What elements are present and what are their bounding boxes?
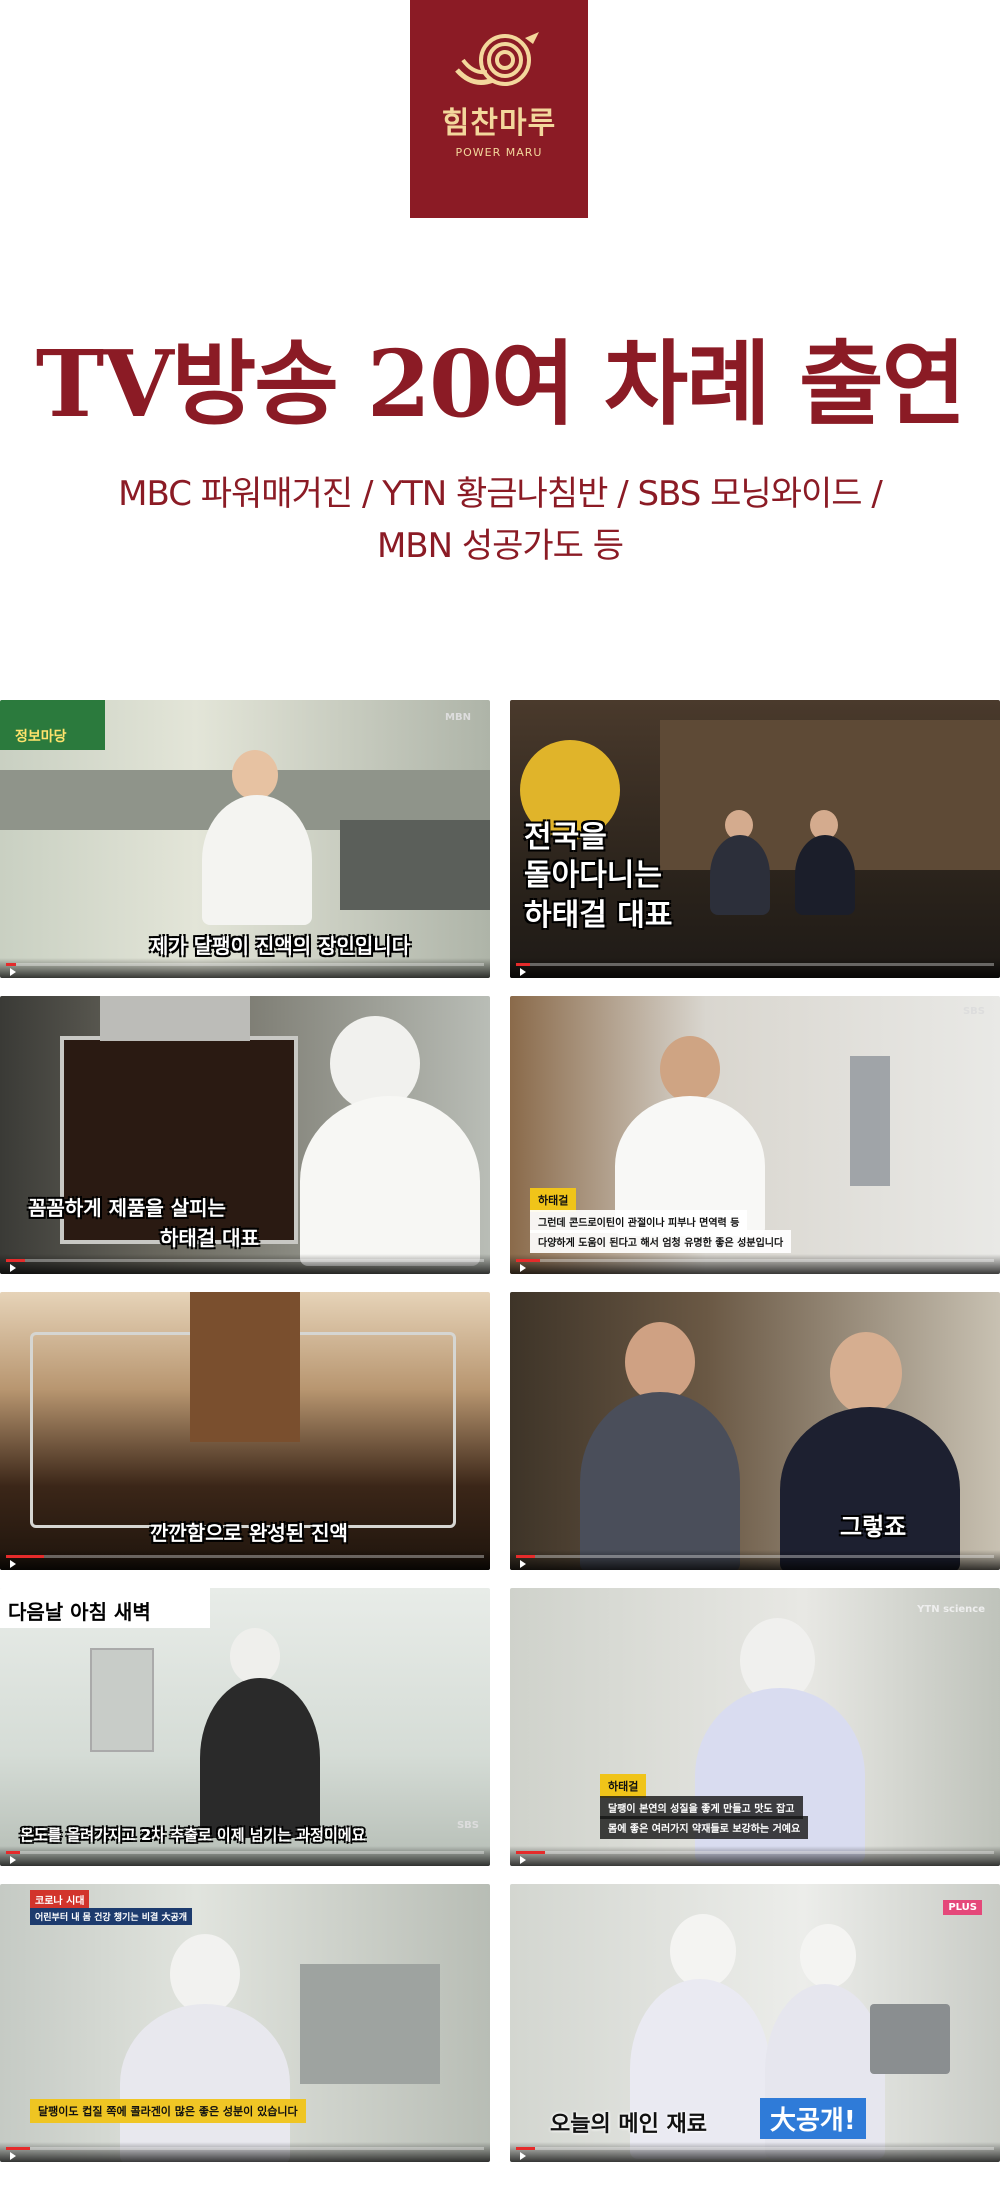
play-icon[interactable] [520,1856,526,1864]
lower-third-line-2: 다양하게 도움이 된다고 해서 엄청 유명한 좋은 성분입니다 [530,1230,792,1253]
tv-screenshot-6: 그렇죠 [510,1292,1000,1570]
tv-screenshot-4: SBS 하태걸 그런데 콘드로이틴이 관절이나 피부나 면역력 등 다양하게 도… [510,996,1000,1274]
headline: TV방송 20여 차례 출연 [35,330,966,438]
video-progress-bar[interactable] [0,1254,490,1274]
video-progress-bar[interactable] [510,1254,1000,1274]
caption: 제가 달팽이 진액의 장인입니다 [150,934,411,958]
video-progress-bar[interactable] [510,1550,1000,1570]
caption: 달팽이도 컵질 쪽에 콜라겐이 많은 좋은 성분이 있습니다 [30,2099,306,2123]
video-progress-bar[interactable] [510,958,1000,978]
tv-screenshot-5: 깐깐함으로 완성된 진액 [0,1292,490,1570]
tv-screenshot-1: 정보마당 MBN 제가 달팽이 진액의 장인입니다 [0,700,490,978]
show-logo: 정보마당 [15,729,67,745]
brand-name: 힘찬마루 [441,106,557,141]
channel-tag: YTN science [917,1604,985,1615]
top-tag: 코로나 시대 [30,1890,90,1909]
tv-screenshot-10: PLUS 오늘의 메인 재료 大공개! [510,1884,1000,2162]
play-icon[interactable] [10,1560,16,1568]
corner-tag: PLUS [943,1900,982,1915]
subtitle-line-1: MBC 파워매거진 / YTN 황금나침반 / SBS 모닝와이드 / [118,474,883,514]
video-progress-bar[interactable] [0,2142,490,2162]
tv-screenshot-9: 코로나 시대 어린부터 내 몸 건강 챙기는 비결 大공개 달팽이도 컵질 쪽에… [0,1884,490,2162]
video-progress-bar[interactable] [0,1846,490,1866]
video-progress-bar[interactable] [0,1550,490,1570]
play-icon[interactable] [10,2152,16,2160]
lower-third-name: 하태걸 [600,1774,647,1798]
channel-tag: MBN [445,712,471,723]
video-progress-bar[interactable] [0,958,490,978]
top-line: 어린부터 내 몸 건강 챙기는 비결 大공개 [30,1908,193,1925]
caption-box: 大공개! [760,2098,866,2139]
caption: 그렇죠 [840,1513,907,1541]
brand-logo: 힘찬마루 POWER MARU [410,0,588,218]
caption-top: 다음날 아침 새벽 [8,1600,151,1624]
caption-line-3: 하태걸 대표 [524,898,673,933]
tv-screenshot-7: 다음날 아침 새벽 SBS 온도를 올려가지고 2차 추출로 이제 넘기는 과정… [0,1588,490,1866]
caption-line-2: 돌아다니는 [524,858,662,893]
play-icon[interactable] [520,1264,526,1272]
tv-screenshot-8: YTN science 하태걸 달팽이 본연의 성질을 좋게 만들고 맛도 잡고… [510,1588,1000,1866]
play-icon[interactable] [10,1856,16,1864]
play-icon[interactable] [520,968,526,976]
caption-line-1: 꼼꼼하게 제품을 살피는 [28,1196,226,1220]
play-icon[interactable] [520,1560,526,1568]
caption-line-2: 하태걸 대표 [160,1226,259,1250]
caption: 온도를 올려가지고 2차 추출로 이제 넘기는 과정이에요 [20,1826,366,1844]
play-icon[interactable] [520,2152,526,2160]
subtitle-line-2: MBN 성공가도 등 [376,526,624,566]
caption-plain: 오늘의 메인 재료 [550,2112,707,2137]
lower-third-name: 하태걸 [530,1188,577,1212]
brand-name-english: POWER MARU [455,146,543,159]
channel-tag: SBS [456,1820,479,1831]
caption: 깐깐함으로 완성된 진액 [150,1521,348,1545]
lower-third-line-2: 몸에 좋은 여러가지 약재들로 보강하는 거예요 [600,1816,809,1839]
video-progress-bar[interactable] [510,2142,1000,2162]
tv-screenshot-2: 전국을 돌아다니는 하태걸 대표 [510,700,1000,978]
brand-emblem-icon [455,32,539,86]
tv-screenshot-3: 꼼꼼하게 제품을 살피는 하태걸 대표 [0,996,490,1274]
video-progress-bar[interactable] [510,1846,1000,1866]
channel-tag: SBS [962,1006,985,1017]
play-icon[interactable] [10,968,16,976]
play-icon[interactable] [10,1264,16,1272]
